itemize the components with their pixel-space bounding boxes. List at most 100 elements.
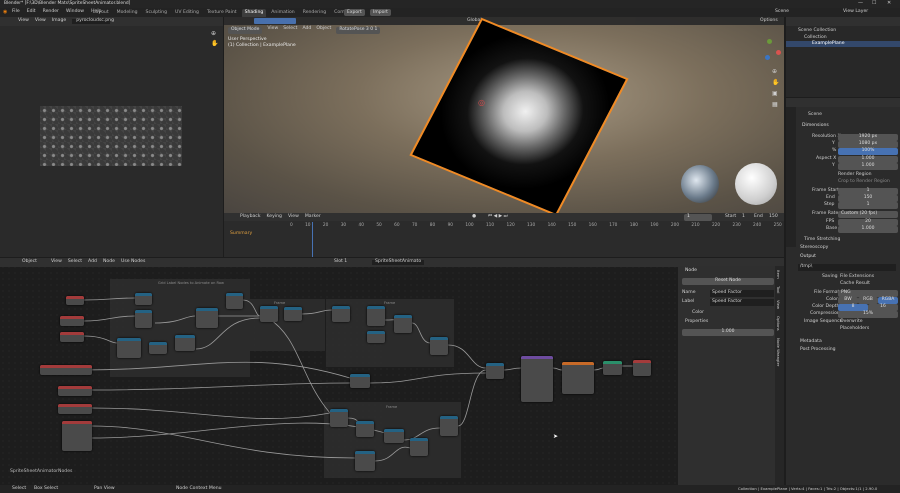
- pose-dropdown[interactable]: RotatePose 3 0 1: [336, 27, 381, 34]
- render-region-checkbox[interactable]: Render Region: [838, 172, 872, 178]
- placeholders-checkbox[interactable]: Placeholders: [840, 326, 869, 332]
- depth-16-button[interactable]: 16: [868, 304, 898, 311]
- color-section[interactable]: Color: [692, 310, 704, 316]
- node[interactable]: [66, 296, 84, 305]
- resolution-pct-field[interactable]: 100%: [838, 148, 898, 155]
- frame-start-field[interactable]: 1: [838, 188, 898, 195]
- post-processing-header[interactable]: Post Processing: [800, 347, 836, 353]
- file-extensions-checkbox[interactable]: File Extensions: [840, 274, 874, 280]
- node[interactable]: [60, 316, 84, 326]
- blender-logo-icon[interactable]: ◉: [3, 10, 7, 15]
- node[interactable]: [284, 307, 302, 321]
- node-editor[interactable]: Object View Select Add Node Use Nodes Sl…: [0, 258, 784, 485]
- image-menu[interactable]: Image: [52, 18, 66, 24]
- start-field[interactable]: 1: [742, 214, 745, 220]
- property-value-field[interactable]: 1.000: [682, 329, 774, 336]
- node[interactable]: [367, 306, 385, 326]
- options-dropdown[interactable]: Options: [760, 18, 778, 24]
- example-plane[interactable]: [409, 17, 629, 217]
- close-icon[interactable]: ✕: [887, 1, 891, 6]
- dimensions-header[interactable]: Dimensions: [802, 123, 829, 129]
- frame-end-field[interactable]: 150: [838, 195, 898, 202]
- minimize-icon[interactable]: —: [858, 1, 863, 6]
- timeline-ruler[interactable]: 0 10 20 30 40 50 60 70 80 90 100 110 120 130 140 150 160…: [290, 223, 782, 230]
- cache-result-checkbox[interactable]: Cache Result: [840, 281, 870, 287]
- node[interactable]: [62, 421, 92, 451]
- node[interactable]: [58, 386, 92, 396]
- image-selector[interactable]: pyrocloudsc.png: [72, 18, 114, 24]
- view-layer-selector[interactable]: View Layer: [843, 9, 868, 15]
- node[interactable]: [410, 438, 428, 456]
- select-mode-icons[interactable]: [254, 18, 296, 24]
- node[interactable]: [135, 293, 152, 305]
- outliner-collection[interactable]: Collection: [804, 35, 827, 41]
- hand-icon[interactable]: ✋: [211, 41, 218, 47]
- metadata-header[interactable]: Metadata: [800, 339, 822, 345]
- overwrite-checkbox[interactable]: Overwrite: [840, 319, 863, 325]
- navigation-gizmo[interactable]: [756, 38, 782, 64]
- node[interactable]: [58, 404, 92, 414]
- compression-slider[interactable]: 15%: [838, 311, 898, 318]
- aspect-y-field[interactable]: 1.000: [838, 163, 898, 170]
- color-bw-button[interactable]: BW: [838, 297, 858, 304]
- node[interactable]: [117, 338, 141, 358]
- menu-edit[interactable]: Edit: [27, 9, 36, 15]
- node[interactable]: [521, 356, 553, 402]
- node[interactable]: [149, 342, 167, 354]
- node[interactable]: [135, 310, 152, 328]
- tab-tool[interactable]: Tool: [776, 286, 781, 293]
- current-frame-field[interactable]: 1: [684, 214, 712, 221]
- import-button[interactable]: Import: [370, 9, 391, 16]
- menu-file[interactable]: File: [12, 9, 20, 15]
- node[interactable]: [350, 374, 370, 388]
- base-field[interactable]: 1.000: [838, 226, 898, 233]
- outliner-scene-collection[interactable]: Scene Collection: [798, 28, 836, 34]
- timeline[interactable]: Playback Keying View Marker ● ⏮ ◀ ▶ ⏭ 1 …: [224, 213, 784, 257]
- color-rgb-button[interactable]: RGB: [858, 297, 878, 304]
- node[interactable]: [330, 409, 348, 427]
- menu-render[interactable]: Render: [43, 9, 59, 15]
- keying-menu[interactable]: Keying: [267, 214, 282, 220]
- grid-icon[interactable]: ▦: [772, 102, 778, 108]
- resolution-x-field[interactable]: 1920 px: [838, 134, 898, 141]
- properties-section[interactable]: Properties: [685, 319, 708, 325]
- mode-dropdown[interactable]: Object Mode: [228, 27, 263, 34]
- node[interactable]: [394, 315, 412, 333]
- viewport-add-menu[interactable]: Add: [302, 26, 311, 34]
- outliner[interactable]: Scene Collection Collection ExamplePlane: [786, 17, 900, 97]
- node-section-header[interactable]: Node: [685, 268, 697, 274]
- tab-item[interactable]: Item: [776, 270, 781, 279]
- node[interactable]: [60, 332, 84, 342]
- resolution-y-field[interactable]: 1080 px: [838, 141, 898, 148]
- depth-8-button[interactable]: 8: [838, 304, 868, 311]
- node[interactable]: [367, 331, 385, 343]
- label-field[interactable]: Speed Factor: [710, 299, 774, 306]
- maximize-icon[interactable]: ☐: [872, 1, 876, 6]
- name-field[interactable]: Speed Factor: [710, 290, 774, 297]
- gizmo-z-dot[interactable]: [765, 55, 770, 60]
- viewport-select-menu[interactable]: Select: [283, 26, 297, 34]
- node[interactable]: [355, 451, 375, 471]
- image-editor[interactable]: View View Image pyrocloudsc.png ⊕ ✋: [0, 17, 223, 257]
- stereoscopy-header[interactable]: Stereoscopy: [800, 245, 828, 251]
- zoom-icon[interactable]: ⊕: [211, 31, 216, 37]
- tab-node-wrangler[interactable]: Node Wrangler: [776, 338, 781, 366]
- node[interactable]: [440, 416, 458, 436]
- viewport-zoom-icon[interactable]: ⊕: [772, 69, 777, 75]
- frame-rate-dropdown[interactable]: Custom (20 fps): [838, 211, 898, 218]
- viewport-view-menu[interactable]: View: [267, 26, 278, 34]
- time-stretching-header[interactable]: Time Stretching: [804, 237, 840, 243]
- export-button[interactable]: Export: [344, 9, 365, 16]
- gizmo-y-dot[interactable]: [767, 39, 772, 44]
- frame-step-field[interactable]: 1: [838, 202, 898, 209]
- marker-menu[interactable]: Marker: [305, 214, 321, 220]
- aspect-x-field[interactable]: 1.000: [838, 156, 898, 163]
- 3d-viewport[interactable]: Global Options Object Mode View Select A…: [224, 17, 784, 217]
- node[interactable]: [430, 337, 448, 355]
- scene-selector[interactable]: Scene: [775, 9, 789, 15]
- playback-controls-icon[interactable]: ⏮ ◀ ▶ ⏭: [488, 214, 508, 220]
- node[interactable]: [356, 421, 374, 437]
- node[interactable]: [40, 365, 92, 375]
- node[interactable]: [226, 293, 243, 309]
- output-path-field[interactable]: /tmp\: [798, 264, 896, 271]
